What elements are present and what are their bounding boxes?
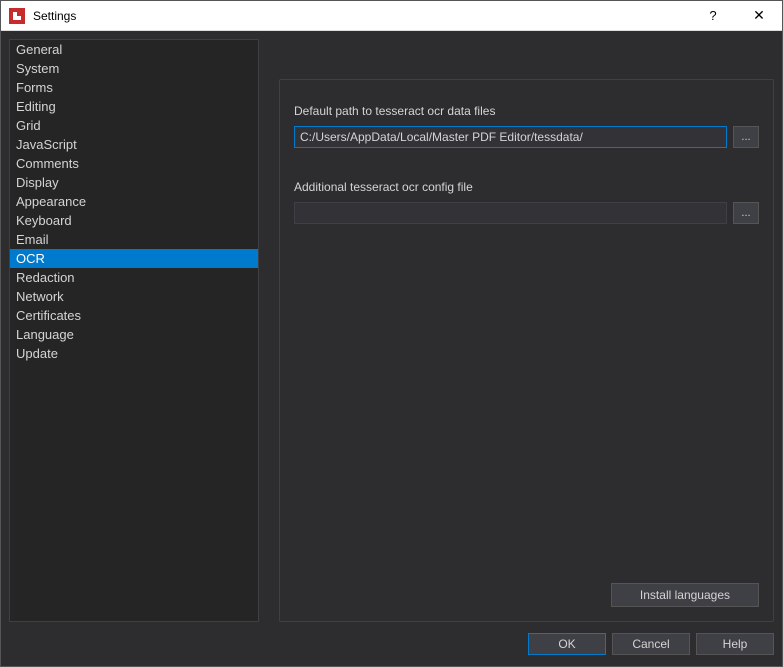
sidebar-item-forms[interactable]: Forms — [10, 78, 258, 97]
window-title: Settings — [33, 9, 690, 23]
app-icon — [9, 8, 25, 24]
cancel-button[interactable]: Cancel — [612, 633, 690, 655]
sidebar-item-javascript[interactable]: JavaScript — [10, 135, 258, 154]
sidebar-item-grid[interactable]: Grid — [10, 116, 258, 135]
sidebar-item-display[interactable]: Display — [10, 173, 258, 192]
sidebar-item-certificates[interactable]: Certificates — [10, 306, 258, 325]
sidebar-item-ocr[interactable]: OCR — [10, 249, 258, 268]
sidebar-item-system[interactable]: System — [10, 59, 258, 78]
sidebar-item-comments[interactable]: Comments — [10, 154, 258, 173]
ok-button[interactable]: OK — [528, 633, 606, 655]
tess-path-row: ... — [294, 126, 759, 148]
tess-path-label: Default path to tesseract ocr data files — [294, 104, 759, 118]
sidebar-item-redaction[interactable]: Redaction — [10, 268, 258, 287]
config-file-input[interactable] — [294, 202, 727, 224]
config-file-browse-button[interactable]: ... — [733, 202, 759, 224]
sidebar-item-email[interactable]: Email — [10, 230, 258, 249]
install-languages-button[interactable]: Install languages — [611, 583, 759, 607]
close-button[interactable]: ✕ — [736, 1, 782, 31]
sidebar-item-appearance[interactable]: Appearance — [10, 192, 258, 211]
help-button-footer[interactable]: Help — [696, 633, 774, 655]
ocr-group: Default path to tesseract ocr data files… — [279, 79, 774, 622]
sidebar-item-general[interactable]: General — [10, 40, 258, 59]
tess-path-browse-button[interactable]: ... — [733, 126, 759, 148]
help-button[interactable]: ? — [690, 1, 736, 31]
tess-path-input[interactable] — [294, 126, 727, 148]
settings-window: Settings ? ✕ GeneralSystemFormsEditingGr… — [0, 0, 783, 667]
footer: OK Cancel Help — [9, 622, 774, 658]
body-area: GeneralSystemFormsEditingGridJavaScriptC… — [1, 31, 782, 666]
sidebar-item-network[interactable]: Network — [10, 287, 258, 306]
titlebar: Settings ? ✕ — [1, 1, 782, 31]
sidebar-item-update[interactable]: Update — [10, 344, 258, 363]
sidebar-item-language[interactable]: Language — [10, 325, 258, 344]
config-file-label: Additional tesseract ocr config file — [294, 180, 759, 194]
sidebar-item-editing[interactable]: Editing — [10, 97, 258, 116]
config-file-row: ... — [294, 202, 759, 224]
sidebar: GeneralSystemFormsEditingGridJavaScriptC… — [9, 39, 259, 622]
sidebar-item-keyboard[interactable]: Keyboard — [10, 211, 258, 230]
content-panel: Default path to tesseract ocr data files… — [279, 39, 774, 622]
main-content: GeneralSystemFormsEditingGridJavaScriptC… — [9, 39, 774, 622]
